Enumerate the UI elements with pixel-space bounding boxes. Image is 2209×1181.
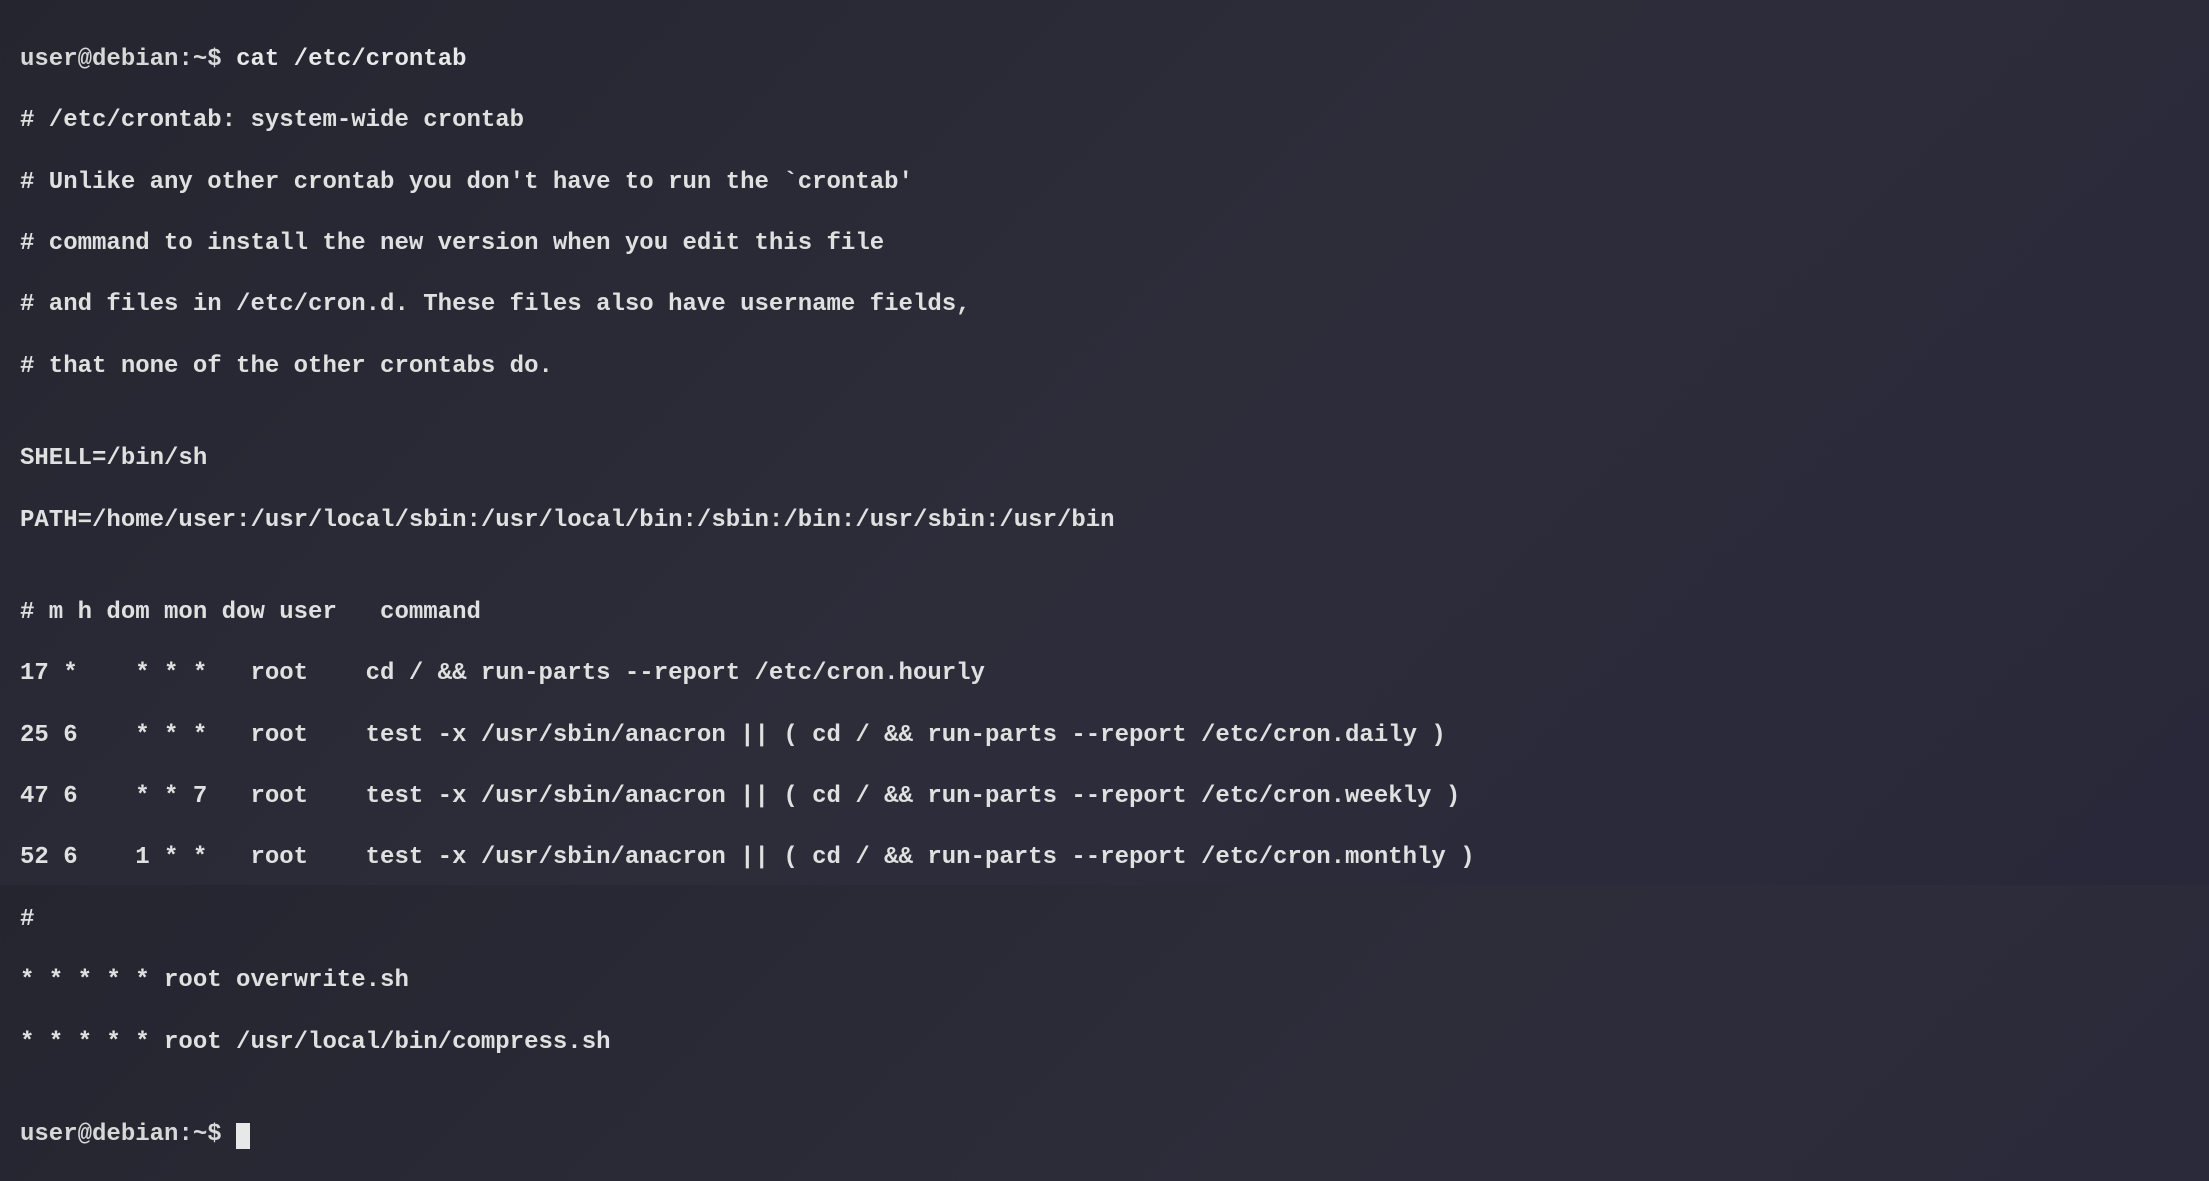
terminal[interactable]: user@debian:~$ cat /etc/crontab # /etc/c…	[20, 14, 2189, 1181]
prompt-path: ~	[193, 1121, 207, 1148]
command-text: cat /etc/crontab	[236, 46, 466, 73]
output-line: * * * * * root overwrite.sh	[20, 966, 2189, 997]
output-line: SHELL=/bin/sh	[20, 444, 2189, 475]
output-line: # m h dom mon dow user command	[20, 598, 2189, 629]
cursor-icon	[236, 1123, 250, 1149]
prompt-line-2[interactable]: user@debian:~$	[20, 1120, 2189, 1151]
prompt-line-1: user@debian:~$ cat /etc/crontab	[20, 45, 2189, 76]
output-line: # and files in /etc/cron.d. These files …	[20, 290, 2189, 321]
output-line: 17 * * * * root cd / && run-parts --repo…	[20, 659, 2189, 690]
prompt-at: @	[78, 46, 92, 73]
prompt-dollar: $	[207, 46, 236, 73]
output-line: 52 6 1 * * root test -x /usr/sbin/anacro…	[20, 843, 2189, 874]
output-line: # Unlike any other crontab you don't hav…	[20, 168, 2189, 199]
prompt-at: @	[78, 1121, 92, 1148]
prompt-user: user	[20, 1121, 78, 1148]
output-line: # that none of the other crontabs do.	[20, 352, 2189, 383]
prompt-user: user	[20, 46, 78, 73]
output-line: 47 6 * * 7 root test -x /usr/sbin/anacro…	[20, 782, 2189, 813]
output-line: PATH=/home/user:/usr/local/sbin:/usr/loc…	[20, 506, 2189, 537]
output-line: 25 6 * * * root test -x /usr/sbin/anacro…	[20, 721, 2189, 752]
prompt-colon: :	[178, 46, 192, 73]
prompt-colon: :	[178, 1121, 192, 1148]
prompt-path: ~	[193, 46, 207, 73]
output-line: # command to install the new version whe…	[20, 229, 2189, 260]
prompt-host: debian	[92, 1121, 178, 1148]
prompt-host: debian	[92, 46, 178, 73]
output-line: # /etc/crontab: system-wide crontab	[20, 106, 2189, 137]
prompt-dollar: $	[207, 1121, 236, 1148]
output-line: #	[20, 905, 2189, 936]
output-line: * * * * * root /usr/local/bin/compress.s…	[20, 1028, 2189, 1059]
